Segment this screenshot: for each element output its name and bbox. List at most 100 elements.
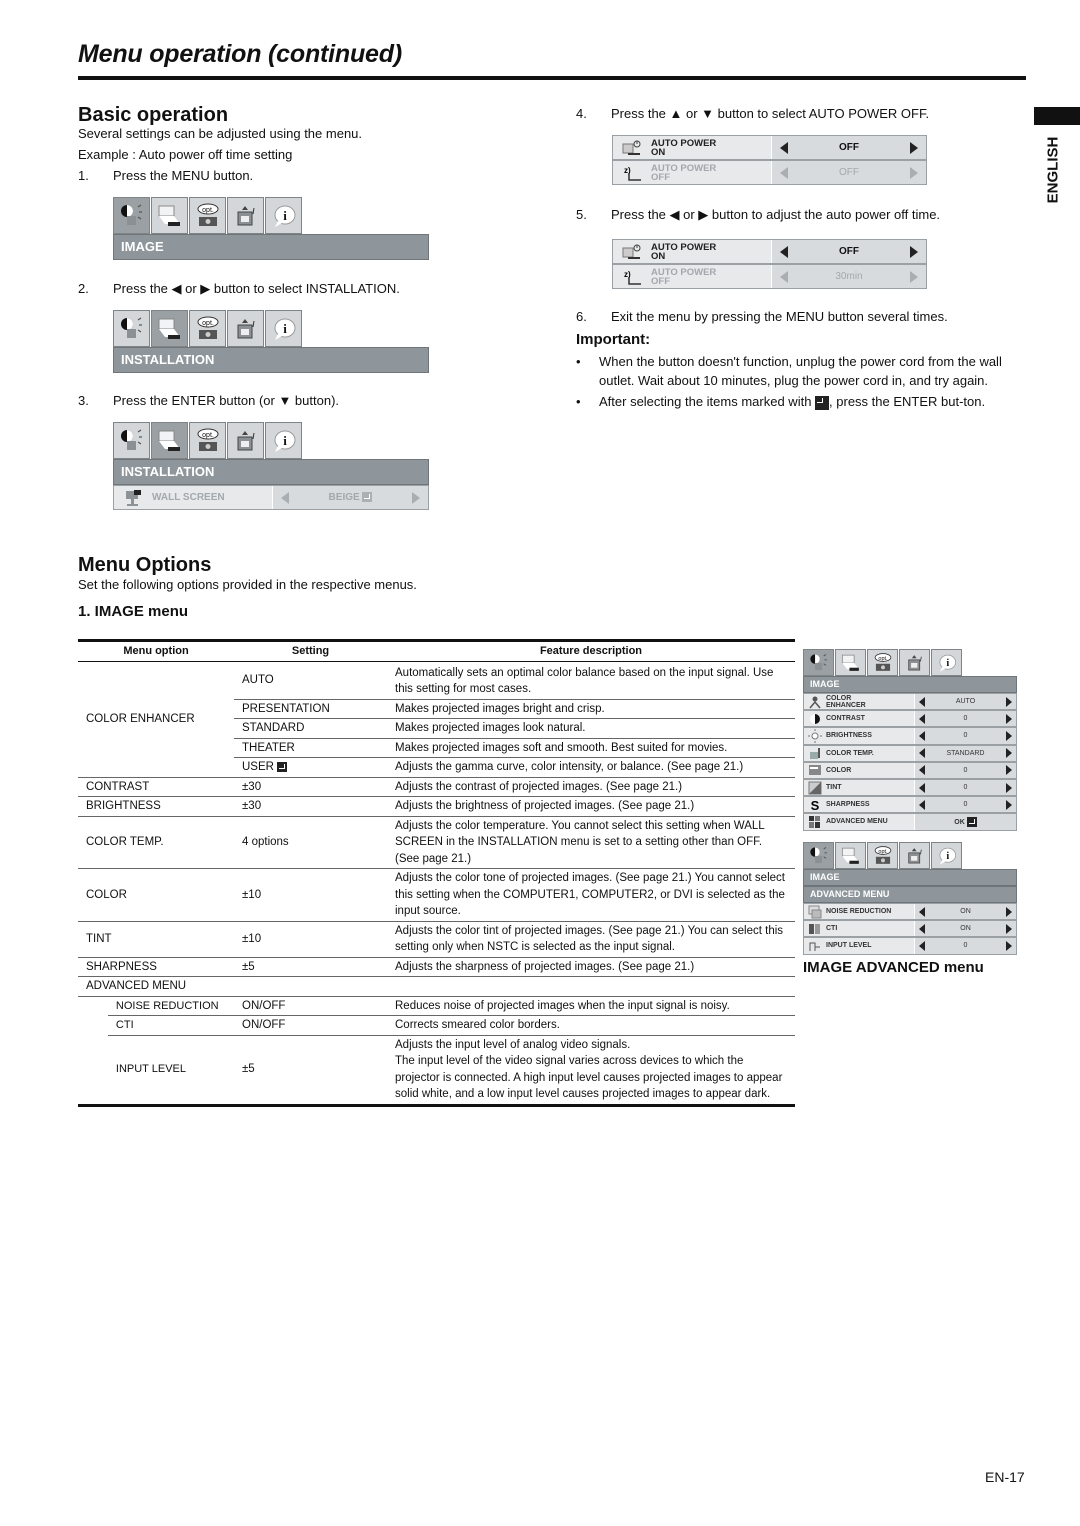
step-text: Exit the menu by pressing the MENU butto… [611,309,948,324]
arrow-left-icon[interactable] [919,748,925,759]
osd-row-auto-power[interactable]: z) AUTO POWER OFF 30min [612,264,927,289]
info-tab[interactable]: i [931,842,962,869]
signal-tab[interactable] [899,842,930,869]
arrow-left-icon[interactable] [281,491,289,504]
cell-menu-option: NOISE REDUCTION [107,996,234,1016]
image-tab[interactable] [803,649,834,676]
osd-row-label-cell: S SHARPNESS [804,797,915,813]
arrow-right-icon[interactable] [1005,748,1012,759]
osd-row-wall-screen[interactable]: WALL SCREEN BEIGE [113,485,429,510]
info-tab[interactable]: i [931,649,962,676]
installation-tab[interactable] [835,649,866,676]
arrow-left-icon[interactable] [780,141,788,154]
signal-tab[interactable] [227,310,264,347]
arrow-right-icon[interactable] [412,491,420,504]
arrow-right-icon[interactable] [1006,782,1012,793]
arrow-left-icon[interactable] [919,940,925,951]
installation-tab[interactable] [151,310,188,347]
osd-row-color-enhancer[interactable]: COLOR ENHANCER AUTO [803,693,1017,711]
image-tab[interactable] [113,197,150,234]
installation-tab[interactable] [835,842,866,869]
osd-row-value: 0 [963,766,968,774]
arrow-right-icon[interactable] [1005,696,1012,707]
header-feature-description: Feature description [387,639,795,662]
info-tab[interactable]: i [265,422,302,459]
arrow-right-icon[interactable] [910,166,918,179]
arrow-left-icon[interactable] [919,906,925,917]
table-row: BRIGHTNESS ±30 Adjusts the brightness of p… [78,796,795,817]
arrow-left-icon[interactable] [919,730,925,741]
info-tab[interactable]: i [265,310,302,347]
image-tab[interactable] [113,310,150,347]
osd-row-input-level[interactable]: INPUT LEVEL 0 [803,937,1017,955]
osd-row-sharpness[interactable]: S SHARPNESS 0 [803,796,1017,814]
contrast-icon [804,712,826,726]
options-tab[interactable]: opt. [189,310,226,347]
arrow-right-icon[interactable] [1006,923,1012,934]
osd-row-auto-power[interactable]: AUTO POWER ON OFF [612,135,927,160]
osd-row-label-cell: AUTO POWER ON [613,136,772,159]
osd-row-tint[interactable]: TINT 0 [803,778,1017,797]
cell-setting: PRESENTATION [234,699,387,719]
arrow-left-icon[interactable] [780,166,788,179]
arrow-right-icon[interactable] [910,245,918,258]
osd-row-value: AUTO [955,698,976,706]
options-tab[interactable]: opt. [189,422,226,459]
installation-icon [156,427,184,455]
arrow-left-icon[interactable] [919,765,925,776]
osd-row-value-cell: OFF [772,161,926,184]
osd-row-auto-power[interactable]: z) AUTO POWER OFF OFF [612,160,927,185]
table-row: SHARPNESS ±5 Adjusts the sharpness of proj… [78,957,795,977]
image-tab[interactable] [803,842,834,869]
arrow-right-icon[interactable] [910,141,918,154]
svg-text:S: S [811,798,820,812]
signal-tab[interactable] [227,422,264,459]
step-number: 4. [576,106,587,121]
arrow-right-icon[interactable] [1006,730,1012,741]
osd-row-contrast[interactable]: CONTRAST 0 [803,710,1017,728]
osd-row-auto-power[interactable]: AUTO POWER ON OFF [612,239,927,264]
header-setting: Setting [234,639,387,662]
arrow-right-icon[interactable] [1006,765,1012,776]
info-tab[interactable]: i [265,197,302,234]
osd-menu-bar: INSTALLATION [113,347,429,373]
options-tab[interactable]: opt. [867,649,898,676]
options-icon: opt. [872,845,894,867]
options-tab[interactable]: opt. [867,842,898,869]
cell-description: Automatically sets an optimal color bala… [387,661,795,700]
table-row: NOISE REDUCTION ON/OFF Reduces noise of pr… [78,996,795,1016]
step-number: 2. [78,281,89,296]
arrow-left-icon[interactable] [919,713,925,724]
installation-tab[interactable] [151,422,188,459]
image-tab[interactable] [113,422,150,459]
installation-tab[interactable] [151,197,188,234]
osd-row-advanced-menu[interactable]: ADVANCED MENU OK [803,813,1017,831]
arrow-right-icon[interactable] [1006,799,1012,810]
info-icon: i [270,315,298,343]
arrow-left-icon[interactable] [919,696,925,707]
osd-row-brightness[interactable]: BRIGHTNESS 0 [803,727,1017,745]
osd-row-color[interactable]: COLOR 0 [803,761,1017,779]
osd-row-cti[interactable]: CTI ON [803,920,1017,938]
info-icon: i [270,202,298,230]
arrow-left-icon[interactable] [780,270,788,283]
osd-row-value[interactable]: OK [954,816,977,827]
osd-row-noise-reduction[interactable]: NOISE REDUCTION ON [803,903,1017,921]
arrow-left-icon[interactable] [780,245,788,258]
arrow-right-icon[interactable] [910,270,918,283]
options-tab[interactable]: opt. [189,197,226,234]
arrow-right-icon[interactable] [1006,713,1012,724]
arrow-left-icon[interactable] [919,799,925,810]
image-icon [118,315,146,343]
arrow-right-icon[interactable] [1006,940,1012,951]
arrow-left-icon[interactable] [919,782,925,793]
osd-row-color-temp[interactable]: COLOR TEMP. STANDARD [803,744,1017,762]
signal-tab[interactable] [899,649,930,676]
arrow-left-icon[interactable] [919,923,925,934]
signal-tab[interactable] [227,197,264,234]
bullet-text: When the button doesn't function, unplug… [599,354,1002,388]
arrow-right-icon[interactable] [1006,906,1012,917]
osd-auto-power-1: AUTO POWER ON OFF z) AUTO POWER OFF OFF [612,135,927,185]
cell-setting: 4 options [234,816,387,869]
cell-menu-option: CONTRAST [78,777,234,797]
